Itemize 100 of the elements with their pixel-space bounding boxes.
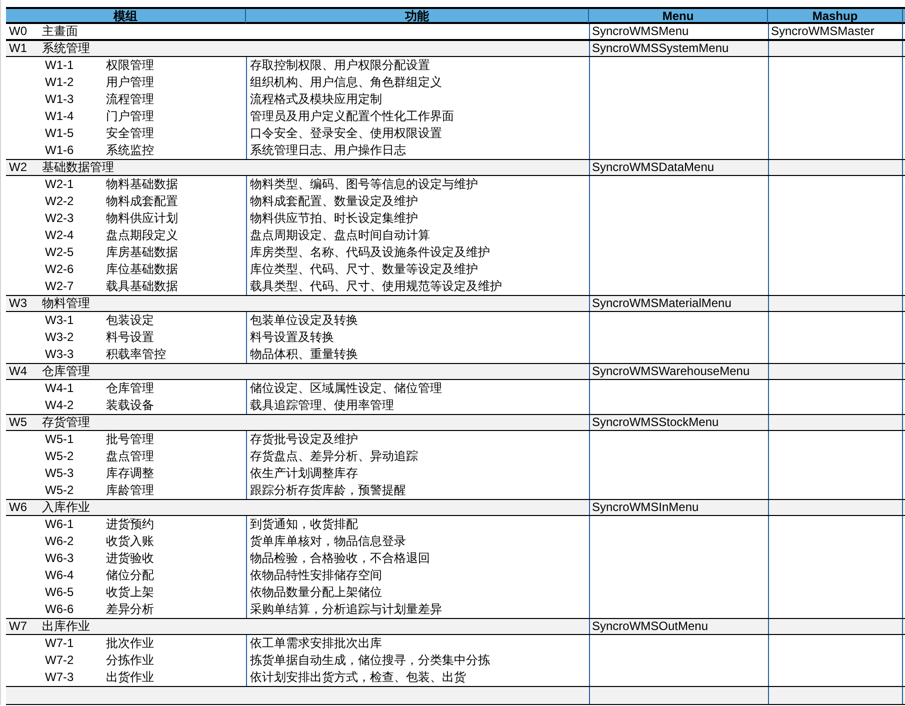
function-text: 存货批号设定及维护 [250, 432, 358, 447]
function-text: 物料成套配置、数量设定及维护 [250, 194, 418, 209]
module-name: 基础数据管理 [42, 160, 114, 175]
function-text: 依物品数量分配上架储位 [250, 585, 382, 600]
submodule-name: 盘点期段定义 [106, 228, 178, 243]
submodule-name: 仓库管理 [106, 381, 154, 396]
submodule-name: 库存调整 [106, 466, 154, 481]
submodule-name: 出货作业 [106, 670, 154, 685]
submodule-code: W2-7 [45, 279, 75, 294]
submodule-name: 包装设定 [106, 313, 154, 328]
submodule-name: 系统监控 [106, 143, 154, 158]
submodule-code: W5-3 [45, 466, 75, 481]
module-code: W5 [8, 415, 28, 430]
module-name: 存货管理 [42, 415, 90, 430]
function-text: 料号设置及转换 [250, 330, 334, 345]
submodule-code: W6-2 [45, 534, 75, 549]
function-text: 物品体积、重量转换 [250, 347, 358, 362]
submodule-name: 物料供应计划 [106, 211, 178, 226]
function-text: 物品检验，合格验收，不合格退回 [250, 551, 430, 566]
submodule-code: W6-4 [45, 568, 75, 583]
menu-name: SyncroWMSInMenu [592, 500, 699, 515]
submodule-name: 载具基础数据 [106, 279, 178, 294]
submodule-name: 流程管理 [106, 92, 154, 107]
menu-name: SyncroWMSMenu [592, 24, 689, 39]
module-name: 仓库管理 [42, 364, 90, 379]
submodule-code: W6-5 [45, 585, 75, 600]
function-text: 流程格式及模块应用定制 [250, 92, 382, 107]
submodule-code: W1-3 [45, 92, 75, 107]
submodule-code: W6-6 [45, 602, 75, 617]
function-text: 储位设定、区域属性设定、储位管理 [250, 381, 442, 396]
function-text: 盘点周期设定、盘点时间自动计算 [250, 228, 430, 243]
submodule-code: W2-6 [45, 262, 75, 277]
module-code: W1 [8, 41, 28, 56]
submodule-code: W1-6 [45, 143, 75, 158]
submodule-name: 盘点管理 [106, 449, 154, 464]
submodule-code: W6-3 [45, 551, 75, 566]
submodule-code: W1-5 [45, 126, 75, 141]
menu-name: SyncroWMSStockMenu [592, 415, 719, 430]
submodule-name: 权限管理 [106, 58, 154, 73]
submodule-code: W2-2 [45, 194, 75, 209]
function-text: 物料类型、编码、图号等信息的设定与维护 [250, 177, 478, 192]
submodule-name: 进货预约 [106, 517, 154, 532]
submodule-code: W3-2 [45, 330, 75, 345]
module-name: 系统管理 [42, 41, 90, 56]
submodule-code: W1-4 [45, 109, 75, 124]
function-text: 存货盘点、差异分析、异动追踪 [250, 449, 418, 464]
submodule-code: W5-1 [45, 432, 75, 447]
function-text: 采购单结算，分析追踪与计划量差异 [250, 602, 442, 617]
menu-name: SyncroWMSOutMenu [592, 619, 708, 634]
submodule-code: W2-3 [45, 211, 75, 226]
function-text: 载具追踪管理、使用率管理 [250, 398, 394, 413]
submodule-code: W2-5 [45, 245, 75, 260]
submodule-name: 差异分析 [106, 602, 154, 617]
menu-name: SyncroWMSWarehouseMenu [592, 364, 750, 379]
mashup-name: SyncroWMSMaster [771, 24, 874, 39]
module-code: W3 [8, 296, 28, 311]
menu-name: SyncroWMSSystemMenu [592, 41, 729, 56]
submodule-name: 库位基础数据 [106, 262, 178, 277]
module-code: W0 [8, 24, 28, 39]
function-text: 拣货单据自动生成，储位搜寻，分类集中分拣 [250, 653, 490, 668]
submodule-code: W6-1 [45, 517, 75, 532]
submodule-code: W2-4 [45, 228, 75, 243]
function-text: 组织机构、用户信息、角色群组定义 [250, 75, 442, 90]
submodule-code: W5-2 [45, 449, 75, 464]
function-text: 存取控制权限、用户权限分配设置 [250, 58, 430, 73]
function-text: 管理员及用户定义配置个性化工作界面 [250, 109, 454, 124]
submodule-name: 收货上架 [106, 585, 154, 600]
module-code: W7 [8, 619, 28, 634]
submodule-name: 积载率管控 [106, 347, 166, 362]
submodule-name: 安全管理 [106, 126, 154, 141]
function-text: 包装单位设定及转换 [250, 313, 358, 328]
module-name: 主畫面 [42, 24, 78, 39]
submodule-name: 用户管理 [106, 75, 154, 90]
submodule-name: 装载设备 [106, 398, 154, 413]
function-text: 跟踪分析存货库龄，预警提醒 [250, 483, 406, 498]
module-code: W6 [8, 500, 28, 515]
submodule-name: 物料基础数据 [106, 177, 178, 192]
menu-name: SyncroWMSMaterialMenu [592, 296, 732, 311]
function-text: 依物品特性安排储存空间 [250, 568, 382, 583]
function-text: 库房类型、名称、代码及设施条件设定及维护 [250, 245, 490, 260]
submodule-code: W5-2 [45, 483, 75, 498]
function-text: 依生产计划调整库存 [250, 466, 358, 481]
function-text: 依计划安排出货方式，检查、包装、出货 [250, 670, 466, 685]
module-name: 入库作业 [42, 500, 90, 515]
module-name: 出库作业 [42, 619, 90, 634]
submodule-name: 批次作业 [106, 636, 154, 651]
submodule-name: 储位分配 [106, 568, 154, 583]
function-text: 到货通知，收货排配 [250, 517, 358, 532]
function-text: 口令安全、登录安全、使用权限设置 [250, 126, 442, 141]
submodule-name: 批号管理 [106, 432, 154, 447]
submodule-code: W1-2 [45, 75, 75, 90]
function-text: 系统管理日志、用户操作日志 [250, 143, 406, 158]
menu-name: SyncroWMSDataMenu [592, 160, 714, 175]
submodule-name: 分拣作业 [106, 653, 154, 668]
submodule-code: W3-1 [45, 313, 75, 328]
submodule-code: W3-3 [45, 347, 75, 362]
submodule-name: 库龄管理 [106, 483, 154, 498]
submodule-name: 门户管理 [106, 109, 154, 124]
module-name: 物料管理 [42, 296, 90, 311]
submodule-code: W7-1 [45, 636, 75, 651]
